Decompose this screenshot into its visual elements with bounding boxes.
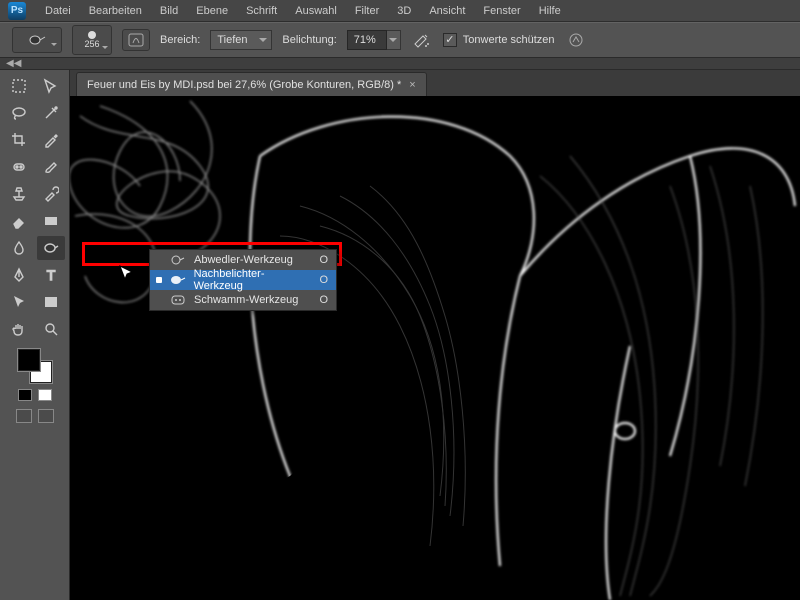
standard-mode-icon: [16, 409, 32, 423]
gradient-tool[interactable]: [37, 209, 65, 233]
airbrush-icon: [413, 32, 431, 48]
menu-ansicht[interactable]: Ansicht: [420, 5, 474, 17]
exposure-field[interactable]: 71%: [347, 30, 387, 50]
flyout-item-label: Nachbelichter-Werkzeug: [194, 268, 312, 292]
screen-mode-icon: [38, 409, 54, 423]
brush-dot-icon: [88, 31, 96, 39]
healing-brush-tool[interactable]: [5, 155, 33, 179]
default-colors[interactable]: [18, 389, 52, 401]
quick-mask-toggle[interactable]: [16, 409, 54, 423]
close-icon[interactable]: ×: [409, 79, 415, 91]
range-value: Tiefen: [217, 34, 247, 46]
canvas[interactable]: Abwedler-Werkzeug O Nachbelichter-Werkze…: [70, 96, 800, 600]
menu-datei[interactable]: Datei: [36, 5, 80, 17]
brush-tool[interactable]: [37, 155, 65, 179]
brush-panel-icon: [128, 33, 144, 47]
burn-tool[interactable]: [37, 236, 65, 260]
document-area: Feuer und Eis by MDI.psd bei 27,6% (Grob…: [70, 70, 800, 600]
hand-tool[interactable]: [5, 317, 33, 341]
rectangle-tool[interactable]: [37, 290, 65, 314]
foreground-color-swatch[interactable]: [18, 349, 40, 371]
chevron-left-icon: ◀◀: [6, 58, 21, 69]
menu-bar: Ps Datei Bearbeiten Bild Ebene Schrift A…: [0, 0, 800, 22]
pressure-size-toggle[interactable]: [565, 29, 587, 51]
brush-size-value: 256: [84, 39, 99, 49]
brush-preset-picker[interactable]: 256: [72, 25, 112, 55]
svg-text:T: T: [46, 267, 55, 283]
menu-bild[interactable]: Bild: [151, 5, 187, 17]
lasso-tool[interactable]: [5, 101, 33, 125]
path-selection-tool[interactable]: [5, 290, 33, 314]
pressure-icon: [567, 32, 585, 48]
magic-wand-tool[interactable]: [37, 101, 65, 125]
menu-auswahl[interactable]: Auswahl: [286, 5, 346, 17]
dodge-icon: [170, 253, 186, 267]
menu-hilfe[interactable]: Hilfe: [530, 5, 570, 17]
eraser-tool[interactable]: [5, 209, 33, 233]
eyedropper-tool[interactable]: [37, 128, 65, 152]
clone-stamp-tool[interactable]: [5, 182, 33, 206]
menu-filter[interactable]: Filter: [346, 5, 388, 17]
burn-icon: [170, 273, 186, 287]
menu-ebene[interactable]: Ebene: [187, 5, 237, 17]
sponge-icon: [170, 293, 186, 307]
menu-schrift[interactable]: Schrift: [237, 5, 286, 17]
protect-tones-checkbox[interactable]: [443, 33, 457, 47]
flyout-item-shortcut: O: [319, 294, 328, 306]
history-brush-tool[interactable]: [37, 182, 65, 206]
document-tab[interactable]: Feuer und Eis by MDI.psd bei 27,6% (Grob…: [76, 72, 427, 96]
exposure-value: 71%: [354, 34, 376, 46]
exposure-dropdown-arrow[interactable]: [387, 30, 401, 50]
type-tool[interactable]: T: [37, 263, 65, 287]
tool-flyout-menu: Abwedler-Werkzeug O Nachbelichter-Werkze…: [149, 249, 337, 311]
flyout-item-shortcut: O: [319, 274, 328, 286]
flyout-item-dodge[interactable]: Abwedler-Werkzeug O: [150, 250, 336, 270]
crop-tool[interactable]: [5, 128, 33, 152]
move-tool[interactable]: [37, 74, 65, 98]
burn-tool-icon: [27, 33, 47, 47]
menu-3d[interactable]: 3D: [388, 5, 420, 17]
document-tab-bar: Feuer und Eis by MDI.psd bei 27,6% (Grob…: [70, 70, 800, 96]
zoom-tool[interactable]: [37, 317, 65, 341]
range-dropdown[interactable]: Tiefen: [210, 30, 272, 50]
flyout-item-burn[interactable]: Nachbelichter-Werkzeug O: [150, 270, 336, 290]
tool-flyout-highlight: Abwedler-Werkzeug O Nachbelichter-Werkze…: [82, 242, 342, 266]
blur-tool[interactable]: [5, 236, 33, 260]
color-swatches[interactable]: [18, 349, 52, 383]
exposure-label: Belichtung:: [282, 34, 336, 46]
flyout-item-sponge[interactable]: Schwamm-Werkzeug O: [150, 290, 336, 310]
airbrush-toggle[interactable]: [411, 29, 433, 51]
flyout-item-label: Schwamm-Werkzeug: [194, 294, 298, 306]
tools-panel: T: [0, 70, 70, 600]
menu-bearbeiten[interactable]: Bearbeiten: [80, 5, 151, 17]
panel-collapse-strip[interactable]: ◀◀: [0, 58, 800, 70]
protect-tones-label: Tonwerte schützen: [463, 34, 555, 46]
range-label: Bereich:: [160, 34, 200, 46]
workspace: T Feuer und Eis by MDI.psd bei 27,6% (Gr…: [0, 70, 800, 600]
document-tab-title: Feuer und Eis by MDI.psd bei 27,6% (Grob…: [87, 79, 401, 91]
tool-preset-picker[interactable]: [12, 27, 62, 53]
pen-tool[interactable]: [5, 263, 33, 287]
flyout-item-shortcut: O: [319, 254, 328, 266]
menu-fenster[interactable]: Fenster: [474, 5, 529, 17]
brush-panel-toggle[interactable]: [122, 29, 150, 51]
app-logo: Ps: [8, 2, 26, 20]
marquee-tool[interactable]: [5, 74, 33, 98]
flyout-item-label: Abwedler-Werkzeug: [194, 254, 293, 266]
canvas-image: [70, 96, 800, 600]
options-bar: 256 Bereich: Tiefen Belichtung: 71% Tonw…: [0, 22, 800, 58]
